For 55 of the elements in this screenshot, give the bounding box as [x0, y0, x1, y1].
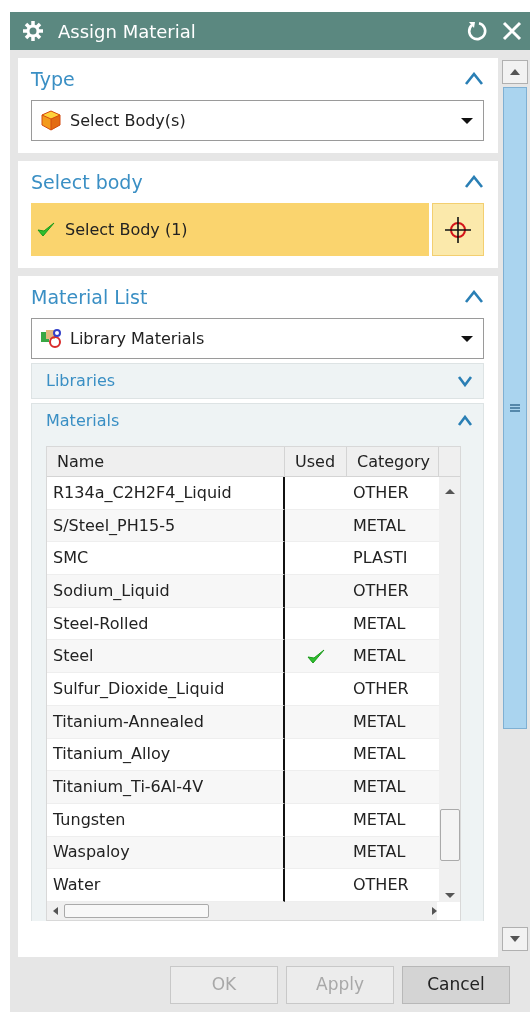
table-cell: METAL — [347, 509, 439, 543]
table-cell: Sodium_Liquid — [47, 575, 285, 608]
column-header[interactable]: Name — [47, 447, 285, 477]
target-button[interactable] — [432, 203, 484, 256]
dialog-button[interactable]: Cancel — [402, 965, 510, 1004]
table-scrollbar[interactable] — [439, 477, 460, 902]
scroll-down-button[interactable] — [502, 927, 528, 951]
table-cell: Titanium-Annealed — [47, 705, 285, 739]
expand-chevron-icon[interactable] — [457, 375, 473, 387]
dropdown-caret-icon — [461, 117, 473, 124]
collapse-chevron-icon[interactable] — [464, 290, 484, 304]
column-header[interactable]: Category — [347, 447, 439, 477]
scroll-thumb[interactable] — [503, 87, 527, 729]
section-title[interactable]: Type — [31, 64, 75, 94]
table-cell: Waspaloy — [47, 836, 285, 870]
table-cell: Steel — [47, 640, 285, 674]
reset-icon[interactable] — [466, 20, 488, 42]
collapse-chevron-icon[interactable] — [464, 175, 484, 189]
dropdown[interactable]: Library Materials — [31, 318, 484, 359]
down-arrow-icon — [510, 936, 520, 942]
scroll-thumb[interactable] — [440, 809, 460, 861]
table-cell: METAL — [347, 836, 439, 870]
table-cell: OTHER — [347, 477, 439, 510]
crosshair-icon — [444, 215, 472, 244]
table-cell: OTHER — [347, 575, 439, 608]
table-cell: METAL — [347, 771, 439, 804]
settings-icon[interactable] — [22, 20, 44, 42]
table-cell: METAL — [347, 705, 439, 739]
table-cell: METAL — [347, 803, 439, 837]
scroll-up-button[interactable] — [502, 60, 528, 84]
window-title: Assign Material — [58, 19, 197, 44]
collapse-chevron-icon[interactable] — [457, 415, 473, 427]
close-icon[interactable] — [502, 21, 522, 41]
scroll-thumb[interactable] — [64, 903, 209, 918]
up-arrow-icon — [445, 489, 455, 494]
grip-icon — [510, 403, 520, 413]
selection-bar[interactable]: Select Body (1) — [31, 203, 429, 256]
column-header[interactable]: Used — [285, 447, 347, 477]
table-cell: OTHER — [347, 673, 439, 706]
dropdown[interactable]: Select Body(s) — [31, 100, 484, 141]
right-arrow-icon — [432, 906, 437, 915]
cube-icon — [40, 110, 62, 131]
up-arrow-icon — [510, 69, 520, 75]
table-cell: OTHER — [347, 869, 439, 902]
dropdown-caret-icon — [461, 335, 473, 342]
check-icon — [307, 647, 325, 665]
materials-icon — [40, 328, 62, 349]
down-arrow-icon — [445, 893, 455, 898]
collapse-chevron-icon[interactable] — [464, 72, 484, 86]
section-title[interactable]: Select body — [31, 167, 143, 197]
table-cell: S/Steel_PH15-5 — [47, 509, 285, 543]
table-cell: Titanium_Ti-6Al-4V — [47, 771, 285, 804]
table-cell: METAL — [347, 640, 439, 674]
section-title[interactable]: Material List — [31, 282, 148, 312]
left-arrow-icon — [53, 906, 58, 915]
